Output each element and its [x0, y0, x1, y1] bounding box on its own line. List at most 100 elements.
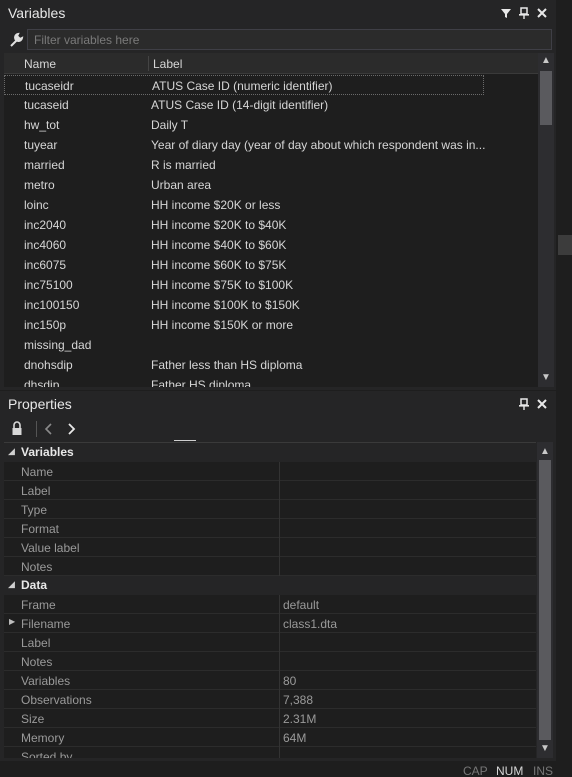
scrollbar-thumb[interactable]: [539, 460, 551, 740]
variable-name: inc4060: [24, 238, 67, 252]
variable-name: metro: [24, 178, 55, 192]
property-row[interactable]: ▶ Filename class1.dta: [4, 614, 536, 633]
variables-scrollbar[interactable]: ▲ ▼: [538, 53, 554, 387]
property-row[interactable]: Variables 80: [4, 671, 536, 690]
filter-row: [4, 29, 552, 51]
variable-name: missing_dad: [24, 338, 92, 352]
property-group-header[interactable]: ◢ Variables: [4, 443, 536, 462]
variable-row[interactable]: inc100150 HH income $100K to $150K: [4, 295, 538, 315]
lock-icon[interactable]: [10, 420, 26, 438]
variable-name: tucaseid: [24, 98, 69, 112]
pin-icon[interactable]: [518, 6, 530, 20]
property-column-separator: [279, 557, 280, 576]
close-icon[interactable]: [536, 397, 548, 411]
variable-row[interactable]: dhsdip Father HS diploma: [4, 375, 538, 387]
scroll-down-arrow[interactable]: ▼: [538, 370, 554, 386]
property-key: Format: [21, 522, 60, 536]
property-row[interactable]: Format: [4, 519, 536, 538]
property-row[interactable]: Observations 7,388: [4, 690, 536, 709]
property-key: Type: [21, 503, 48, 517]
variable-row[interactable]: inc150p HH income $150K or more: [4, 315, 538, 335]
variable-row[interactable]: inc75100 HH income $75K to $100K: [4, 275, 538, 295]
variable-row[interactable]: married R is married: [4, 155, 538, 175]
property-value: 80: [283, 674, 297, 688]
property-column-separator: [279, 671, 280, 690]
property-key: Label: [21, 484, 51, 498]
variable-name: dhsdip: [24, 378, 60, 387]
variable-row[interactable]: hw_tot Daily T: [4, 115, 538, 135]
variable-row[interactable]: tucaseid ATUS Case ID (14-digit identifie…: [4, 95, 538, 115]
property-key: Memory: [21, 731, 65, 745]
variable-name: married: [24, 158, 65, 172]
column-header-label[interactable]: Label: [153, 57, 182, 71]
scroll-up-arrow[interactable]: ▲: [537, 444, 553, 460]
close-icon[interactable]: [536, 6, 548, 20]
variable-name: tucaseidr: [25, 79, 74, 93]
property-row[interactable]: Sorted by: [4, 747, 536, 758]
status-cap: CAP: [463, 764, 488, 777]
toolbar-separator: [36, 421, 37, 437]
column-separator[interactable]: [148, 56, 149, 71]
property-column-separator: [279, 462, 280, 481]
variables-panel-header: Variables: [0, 0, 556, 28]
variable-label: Daily T: [151, 118, 189, 132]
property-value: 2.31M: [283, 712, 317, 726]
property-row[interactable]: Memory 64M: [4, 728, 536, 747]
variable-name: tuyear: [24, 138, 58, 152]
scrollbar-thumb[interactable]: [540, 71, 552, 125]
scroll-up-arrow[interactable]: ▲: [538, 53, 554, 69]
variable-label: Father HS diploma: [151, 378, 252, 387]
property-key: Notes: [21, 655, 53, 669]
property-row[interactable]: Name: [4, 462, 536, 481]
variables-panel: Variables Name Label tucaseidr ATUS Case …: [0, 0, 556, 390]
property-row[interactable]: Notes: [4, 652, 536, 671]
filter-icon[interactable]: [500, 6, 512, 20]
pin-icon[interactable]: [518, 397, 530, 411]
variable-name: inc6075: [24, 258, 67, 272]
variable-row[interactable]: loinc HH income $20K or less: [4, 195, 538, 215]
property-row[interactable]: Label: [4, 633, 536, 652]
variable-row[interactable]: missing_dad: [4, 335, 538, 355]
properties-scrollbar[interactable]: ▲ ▼: [537, 442, 553, 758]
variable-row[interactable]: inc6075 HH income $60K to $75K: [4, 255, 538, 275]
property-row[interactable]: Notes: [4, 557, 536, 576]
property-row[interactable]: Label: [4, 481, 536, 500]
wrench-icon[interactable]: [8, 32, 24, 48]
variable-row[interactable]: tuyear Year of diary day (year of day abo…: [4, 135, 538, 155]
column-header-name[interactable]: Name: [24, 57, 56, 71]
scroll-down-arrow[interactable]: ▼: [537, 741, 553, 757]
property-row[interactable]: Value label: [4, 538, 536, 557]
property-group-header[interactable]: ◢ Data: [4, 576, 536, 595]
property-key: Notes: [21, 560, 53, 574]
side-dock-tab[interactable]: [558, 235, 572, 255]
property-row[interactable]: Frame default: [4, 595, 536, 614]
property-value: class1.dta: [283, 617, 338, 631]
side-dock-strip: [556, 0, 572, 777]
property-column-separator: [279, 481, 280, 500]
forward-arrow-icon[interactable]: [64, 420, 80, 438]
property-column-separator: [279, 538, 280, 557]
property-key: Frame: [21, 598, 56, 612]
expand-arrow-icon[interactable]: ▶: [9, 617, 15, 626]
filter-variables-input[interactable]: [27, 29, 552, 50]
variable-row[interactable]: metro Urban area: [4, 175, 538, 195]
collapse-triangle-icon[interactable]: ◢: [8, 579, 15, 590]
property-key: Size: [21, 712, 45, 726]
toolbar-underline: [174, 440, 196, 441]
variable-name: inc2040: [24, 218, 67, 232]
variable-row[interactable]: tucaseidr ATUS Case ID (numeric identifie…: [4, 75, 484, 95]
variable-label: HH income $75K to $100K: [151, 278, 294, 292]
variable-label: HH income $150K or more: [151, 318, 294, 332]
variable-label: ATUS Case ID (numeric identifier): [152, 79, 333, 93]
variable-label: R is married: [151, 158, 216, 172]
variable-row[interactable]: dnohsdip Father less than HS diploma: [4, 355, 538, 375]
property-row[interactable]: Type: [4, 500, 536, 519]
property-key: Filename: [21, 617, 71, 631]
property-row[interactable]: Size 2.31M: [4, 709, 536, 728]
property-key: Observations: [21, 693, 92, 707]
back-arrow-icon[interactable]: [42, 420, 58, 438]
variable-row[interactable]: inc4060 HH income $40K to $60K: [4, 235, 538, 255]
variable-name: inc150p: [24, 318, 67, 332]
collapse-triangle-icon[interactable]: ◢: [8, 446, 15, 457]
variable-row[interactable]: inc2040 HH income $20K to $40K: [4, 215, 538, 235]
